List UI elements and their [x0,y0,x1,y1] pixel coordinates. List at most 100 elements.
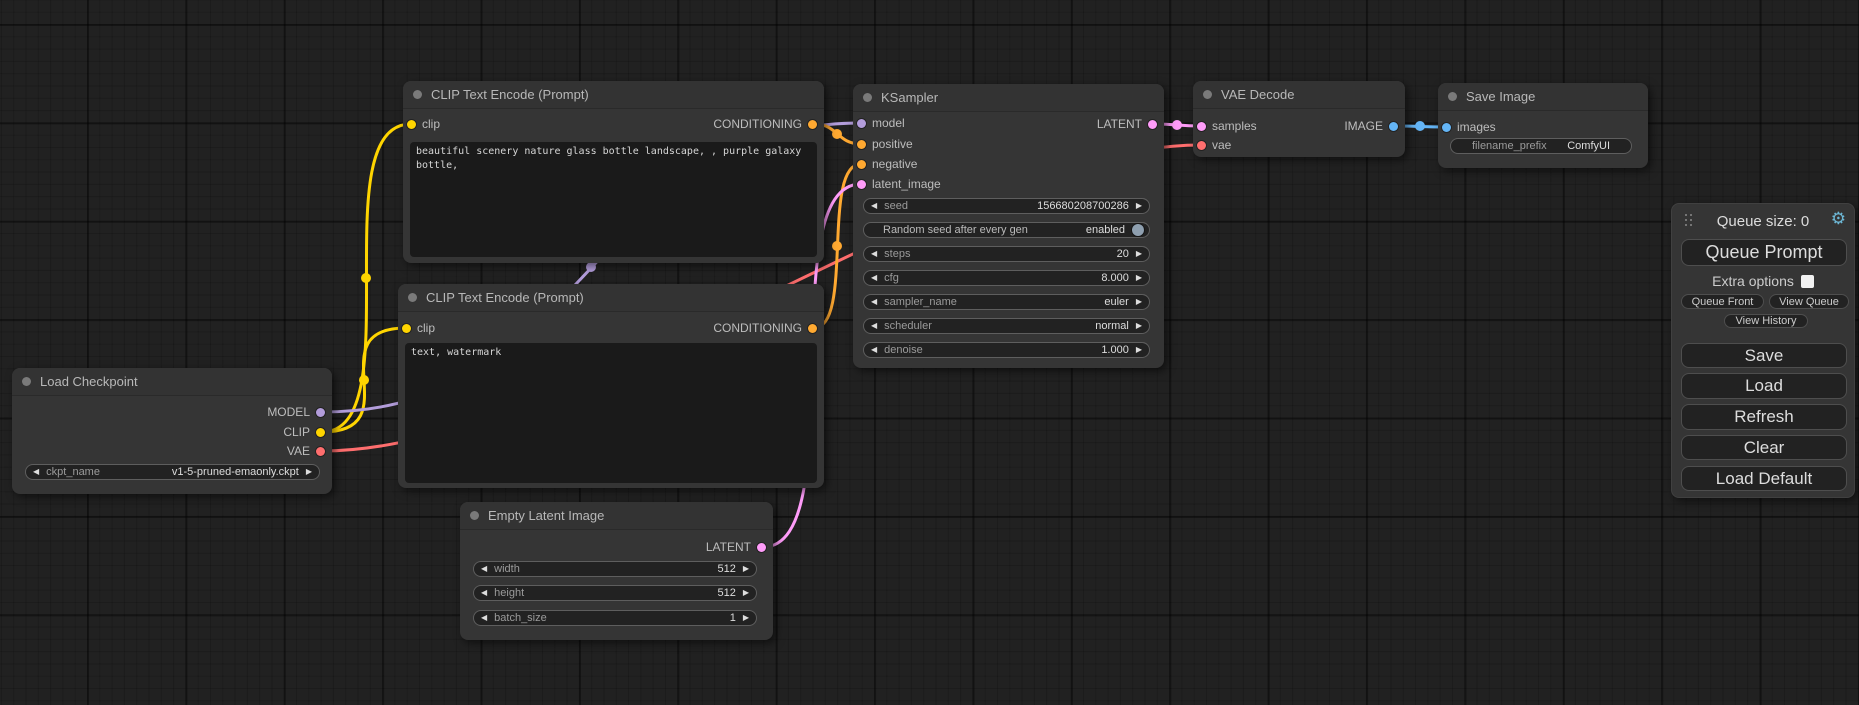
collapse-dot-icon[interactable] [470,511,479,520]
increment-arrow-icon[interactable]: ▶ [1136,250,1142,258]
collapse-dot-icon[interactable] [863,93,872,102]
cfg-widget[interactable]: ◀ cfg 8.000 ▶ [863,270,1150,286]
node-vae-decode[interactable]: VAE Decode samples vae IMAGE [1193,81,1405,157]
port-label: clip [422,117,440,131]
refresh-button[interactable]: Refresh [1681,404,1847,430]
increment-arrow-icon[interactable]: ▶ [1136,298,1142,306]
node-clip-text-encode-negative[interactable]: CLIP Text Encode (Prompt) clip CONDITION… [398,284,824,488]
decrement-arrow-icon[interactable]: ◀ [871,274,877,282]
collapse-dot-icon[interactable] [1448,92,1457,101]
clip-output-dot[interactable] [316,428,325,437]
negative-input-dot[interactable] [857,160,866,169]
clear-button[interactable]: Clear [1681,435,1847,460]
load-default-button[interactable]: Load Default [1681,466,1847,491]
increment-arrow-icon[interactable]: ▶ [1136,322,1142,330]
images-input-dot[interactable] [1442,123,1451,132]
collapse-dot-icon[interactable] [22,377,31,386]
decrement-arrow-icon[interactable]: ◀ [871,202,877,210]
decrement-arrow-icon[interactable]: ◀ [871,298,877,306]
node-save-image[interactable]: Save Image images filename_prefix ComfyU… [1438,83,1648,168]
node-graph-canvas[interactable]: Load Checkpoint MODEL CLIP VAE ◀ ckpt_na… [0,0,1859,705]
scheduler-widget[interactable]: ◀ scheduler normal ▶ [863,318,1150,334]
increment-arrow-icon[interactable]: ▶ [743,589,749,597]
view-queue-button[interactable]: View Queue [1769,294,1849,309]
node-clip-text-encode-positive[interactable]: CLIP Text Encode (Prompt) clip CONDITION… [403,81,824,263]
port-label: LATENT [706,540,751,554]
model-input-dot[interactable] [857,119,866,128]
node-title-bar[interactable]: VAE Decode [1193,81,1405,109]
seed-widget[interactable]: ◀ seed 156680208700286 ▶ [863,198,1150,214]
node-title: VAE Decode [1221,87,1294,102]
node-empty-latent-image[interactable]: Empty Latent Image LATENT ◀ width 512 ▶ … [460,502,773,640]
node-title-bar[interactable]: CLIP Text Encode (Prompt) [403,81,824,109]
port-latent-output: LATENT [1097,117,1157,131]
conditioning-output-dot[interactable] [808,120,817,129]
save-button[interactable]: Save [1681,343,1847,368]
increment-arrow-icon[interactable]: ▶ [743,614,749,622]
height-widget[interactable]: ◀ height 512 ▶ [473,585,757,601]
increment-arrow-icon[interactable]: ▶ [1136,346,1142,354]
decrement-arrow-icon[interactable]: ◀ [481,614,487,622]
decrement-arrow-icon[interactable]: ◀ [481,589,487,597]
collapse-dot-icon[interactable] [408,293,417,302]
settings-gear-icon[interactable]: ⚙ [1831,210,1846,227]
clip-input-dot[interactable] [407,120,416,129]
conditioning-output-dot[interactable] [808,324,817,333]
denoise-widget[interactable]: ◀ denoise 1.000 ▶ [863,342,1150,358]
decrement-arrow-icon[interactable]: ◀ [33,468,39,476]
sampler-name-widget[interactable]: ◀ sampler_name euler ▶ [863,294,1150,310]
samples-input-dot[interactable] [1197,122,1206,131]
ckpt-name-widget[interactable]: ◀ ckpt_name v1-5-pruned-emaonly.ckpt ▶ [25,464,320,480]
load-button[interactable]: Load [1681,373,1847,399]
port-label: CONDITIONING [713,321,802,335]
node-title-bar[interactable]: Empty Latent Image [460,502,773,530]
image-output-dot[interactable] [1389,122,1398,131]
port-positive-input: positive [857,137,913,151]
toggle-knob-icon[interactable] [1132,224,1144,236]
node-title-bar[interactable]: Load Checkpoint [12,368,332,396]
queue-prompt-button[interactable]: Queue Prompt [1681,239,1847,266]
negative-prompt-textarea[interactable]: text, watermark [405,343,817,483]
port-label: negative [872,157,917,171]
node-title-bar[interactable]: CLIP Text Encode (Prompt) [398,284,824,312]
widget-value: 512 [717,563,735,575]
collapse-dot-icon[interactable] [413,90,422,99]
port-label: CLIP [283,425,310,439]
increment-arrow-icon[interactable]: ▶ [306,468,312,476]
decrement-arrow-icon[interactable]: ◀ [871,250,877,258]
increment-arrow-icon[interactable]: ▶ [1136,274,1142,282]
node-title: Empty Latent Image [488,508,604,523]
node-ksampler[interactable]: KSampler model positive negative latent_… [853,84,1164,368]
decrement-arrow-icon[interactable]: ◀ [871,322,877,330]
node-load-checkpoint[interactable]: Load Checkpoint MODEL CLIP VAE ◀ ckpt_na… [12,368,332,494]
clip-input-dot[interactable] [402,324,411,333]
decrement-arrow-icon[interactable]: ◀ [871,346,877,354]
extra-options-checkbox[interactable] [1801,275,1814,288]
positive-prompt-textarea[interactable]: beautiful scenery nature glass bottle la… [410,142,817,257]
width-widget[interactable]: ◀ width 512 ▶ [473,561,757,577]
widget-label: width [494,563,520,575]
view-history-button[interactable]: View History [1724,314,1808,328]
increment-arrow-icon[interactable]: ▶ [743,565,749,573]
latent-image-input-dot[interactable] [857,180,866,189]
vae-input-dot[interactable] [1197,141,1206,150]
port-label: IMAGE [1344,119,1383,133]
queue-front-button[interactable]: Queue Front [1681,294,1764,309]
random-seed-toggle-widget[interactable]: Random seed after every gen enabled [863,222,1150,238]
node-title-bar[interactable]: Save Image [1438,83,1648,111]
link-midpoint-dot [361,273,371,283]
filename-prefix-widget[interactable]: filename_prefix ComfyUI [1450,138,1632,154]
node-title-bar[interactable]: KSampler [853,84,1164,112]
batch-size-widget[interactable]: ◀ batch_size 1 ▶ [473,610,757,626]
model-output-dot[interactable] [316,408,325,417]
steps-widget[interactable]: ◀ steps 20 ▶ [863,246,1150,262]
collapse-dot-icon[interactable] [1203,90,1212,99]
vae-output-dot[interactable] [316,447,325,456]
positive-input-dot[interactable] [857,140,866,149]
increment-arrow-icon[interactable]: ▶ [1136,202,1142,210]
decrement-arrow-icon[interactable]: ◀ [481,565,487,573]
port-clip-input: clip [402,321,435,335]
link-midpoint-dot [586,262,596,272]
latent-output-dot[interactable] [1148,120,1157,129]
latent-output-dot[interactable] [757,543,766,552]
